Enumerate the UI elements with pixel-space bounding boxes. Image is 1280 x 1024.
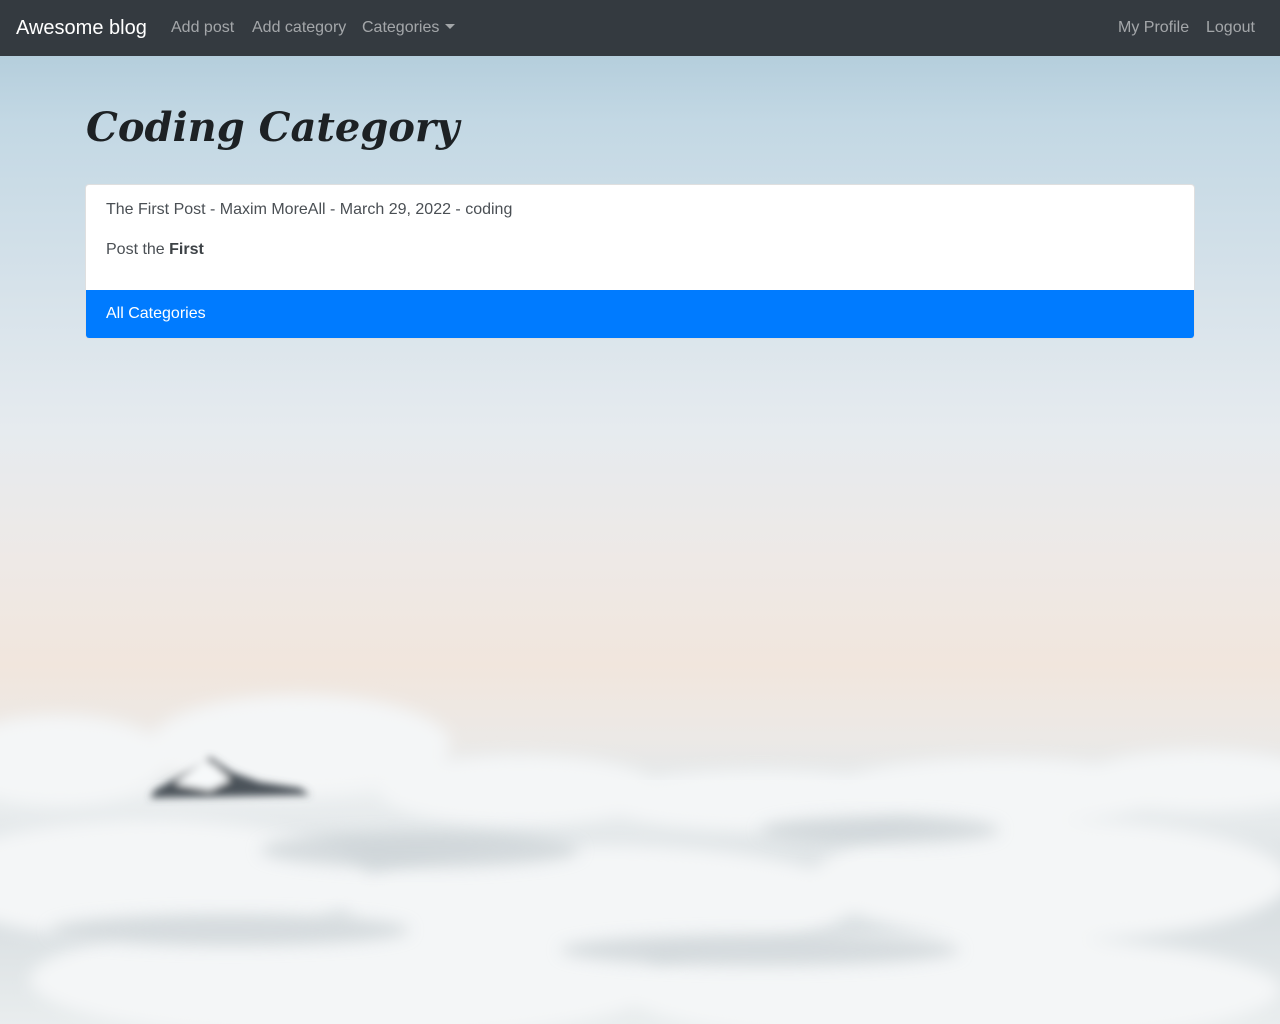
post-body-bold: First bbox=[169, 241, 204, 258]
nav-add-category[interactable]: Add category bbox=[252, 17, 346, 39]
nav-logout[interactable]: Logout bbox=[1206, 17, 1255, 39]
nav-categories-dropdown[interactable]: Categories bbox=[362, 17, 456, 39]
brand-link[interactable]: Awesome blog bbox=[16, 14, 147, 42]
nav-add-post[interactable]: Add post bbox=[171, 17, 234, 39]
post-meta: The First Post - Maxim MoreAll - March 2… bbox=[106, 201, 513, 218]
caret-down-icon bbox=[445, 24, 456, 29]
post-body-text: Post the bbox=[106, 241, 170, 258]
page-title: Coding Category bbox=[86, 104, 460, 151]
post-card: The First Post - Maxim MoreAll - March 2… bbox=[85, 184, 1195, 339]
nav-my-profile[interactable]: My Profile bbox=[1118, 17, 1189, 39]
nav-categories-label: Categories bbox=[362, 19, 440, 36]
navbar: Awesome blog Add post Add category Categ… bbox=[0, 0, 1280, 56]
post-body: Post the First bbox=[106, 239, 204, 261]
all-categories-button[interactable]: All Categories bbox=[86, 290, 1194, 338]
